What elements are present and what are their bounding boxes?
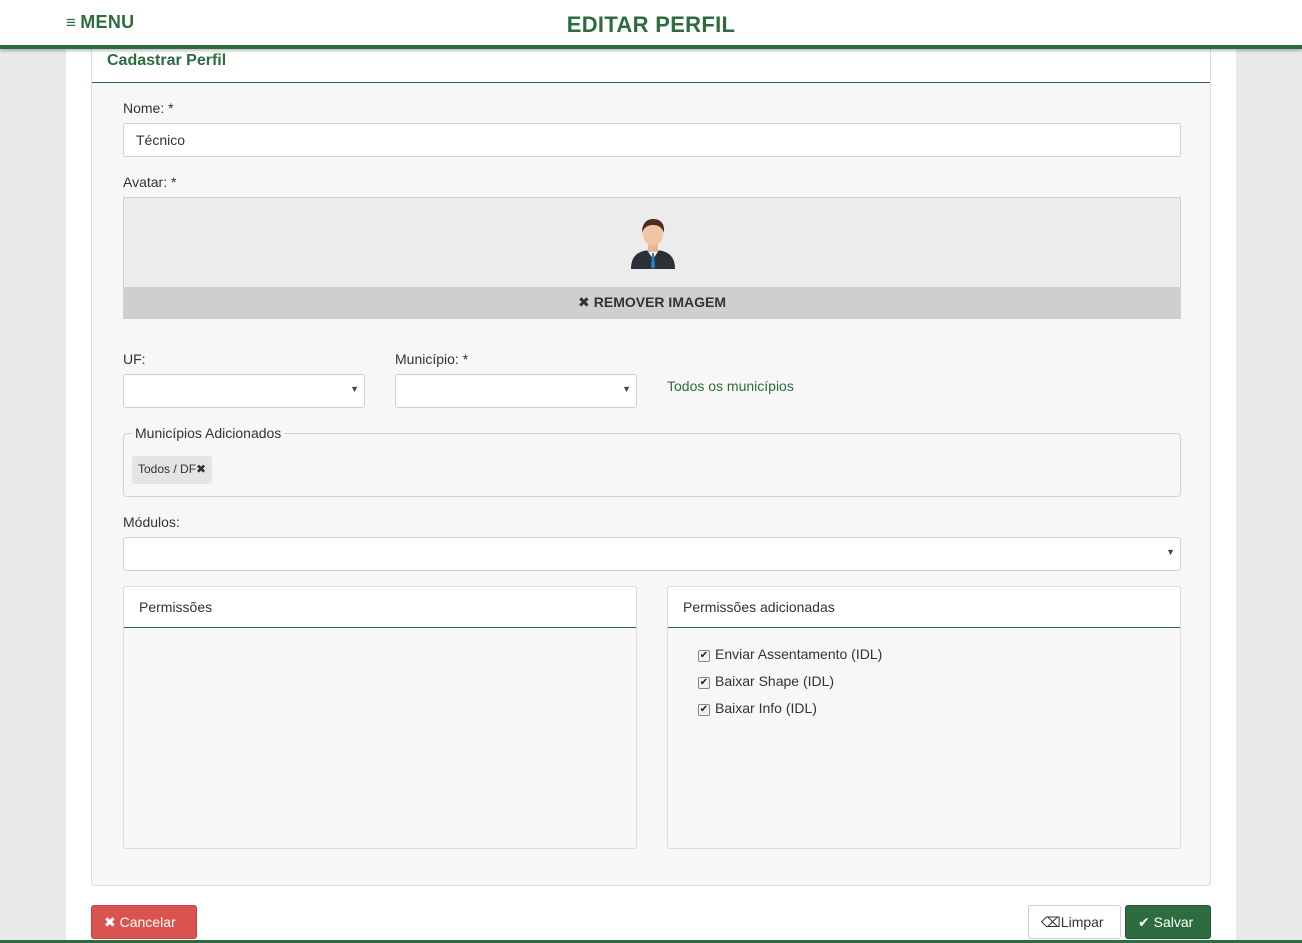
checkbox-checked-icon[interactable]: ✔ (698, 650, 710, 662)
permission-item[interactable]: ✔ Enviar Assentamento (IDL) (698, 646, 882, 662)
permission-label: Baixar Info (IDL) (715, 700, 817, 716)
permission-label: Enviar Assentamento (IDL) (715, 646, 883, 662)
added-municipios-fieldset: Municípios Adicionados Todos / DF✖ (123, 425, 1181, 497)
name-label: Nome: * (123, 100, 174, 116)
panel-header: Cadastrar Perfil (92, 49, 1210, 83)
chevron-down-icon: ▼ (1166, 547, 1175, 557)
save-label: Salvar (1153, 914, 1194, 930)
clear-label: Limpar (1060, 914, 1104, 930)
uf-label: UF: (123, 351, 146, 367)
top-navbar: ≡ MENU EDITAR PERFIL (0, 0, 1302, 49)
chevron-down-icon: ▼ (622, 384, 631, 394)
permission-label: Baixar Shape (IDL) (715, 673, 835, 689)
permissions-header: Permissões (124, 587, 636, 628)
clear-button[interactable]: ⌫Limpar (1028, 905, 1121, 939)
municipio-label: Município: * (395, 351, 469, 367)
municipio-select[interactable]: ▼ (395, 374, 637, 408)
checkbox-checked-icon[interactable]: ✔ (698, 704, 710, 716)
permission-item[interactable]: ✔ Baixar Info (IDL) (698, 700, 817, 716)
checkbox-checked-icon[interactable]: ✔ (698, 677, 710, 689)
panel-title: Cadastrar Perfil (107, 52, 227, 69)
avatar-label: Avatar: * (123, 174, 177, 190)
name-input[interactable]: Técnico (123, 123, 1181, 157)
person-avatar-icon (631, 219, 675, 269)
check-icon: ✔ (1138, 914, 1150, 930)
save-button[interactable]: ✔ Salvar (1125, 905, 1211, 939)
modules-label: Módulos: (123, 514, 180, 530)
municipio-chip: Todos / DF✖ (132, 456, 213, 484)
all-municipios-link[interactable]: Todos os municípios (667, 378, 794, 394)
added-municipios-legend: Municípios Adicionados (132, 425, 285, 441)
permissions-title: Permissões (139, 599, 213, 615)
content-sheet: Cadastrar Perfil Nome: * Técnico Avatar:… (66, 49, 1236, 943)
modules-select[interactable]: ▼ (123, 537, 1181, 571)
remove-image-button[interactable]: ✖ REMOVER IMAGEM (124, 287, 1180, 318)
remove-chip-icon[interactable]: ✖ (196, 462, 206, 476)
added-permissions-title: Permissões adicionadas (683, 599, 835, 615)
uf-select[interactable]: ▼ (123, 374, 365, 408)
added-permissions-header: Permissões adicionadas (668, 587, 1180, 628)
close-icon: ✖ (104, 914, 116, 930)
avatar-dropzone[interactable]: ✖ REMOVER IMAGEM (123, 197, 1181, 319)
profile-form-panel: Cadastrar Perfil Nome: * Técnico Avatar:… (91, 49, 1211, 886)
permission-item[interactable]: ✔ Baixar Shape (IDL) (698, 673, 834, 689)
chip-label: Todos / DF (138, 462, 197, 476)
close-icon: ✖ (578, 294, 590, 310)
remove-image-label: REMOVER IMAGEM (593, 294, 726, 310)
permissions-panel: Permissões (123, 586, 637, 849)
cancel-button[interactable]: ✖ Cancelar (91, 905, 197, 939)
eraser-icon: ⌫ (1041, 914, 1061, 930)
added-permissions-panel: Permissões adicionadas ✔ Enviar Assentame… (667, 586, 1181, 849)
cancel-label: Cancelar (119, 914, 176, 930)
page-title: EDITAR PERFIL (566, 12, 736, 37)
chevron-down-icon: ▼ (350, 384, 359, 394)
